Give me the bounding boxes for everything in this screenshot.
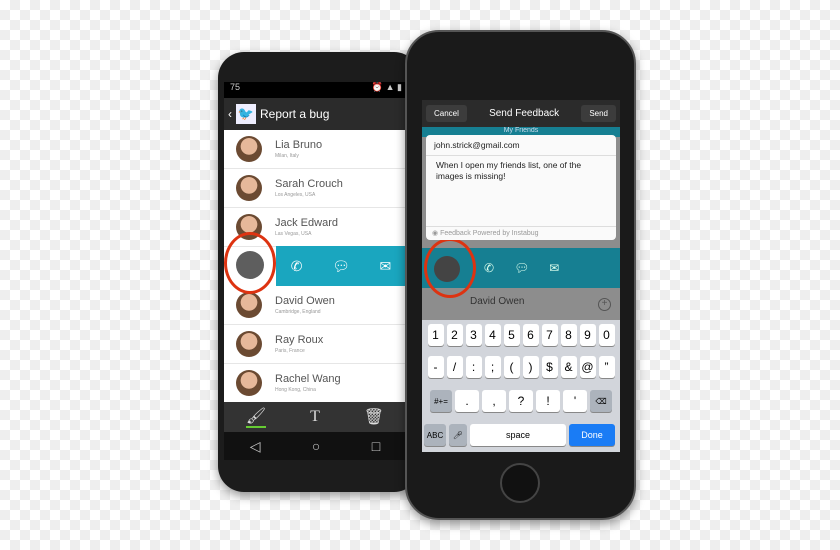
keyboard-key[interactable]: - [427, 356, 444, 378]
keyboard-key[interactable]: ⌫ [590, 390, 612, 412]
instabug-icon: ◉ [432, 230, 441, 237]
iphone-screen: My Friends ✆ 💬︎ ✉ David Owen + Cancel Send … [422, 100, 620, 452]
contact-name: David Owen [275, 295, 335, 307]
list-item[interactable]: Ray Roux Paris, France [224, 325, 406, 364]
list-item[interactable]: Sarah Crouch Los Angeles, USA [224, 169, 406, 208]
status-bar: 75 ⏰ ▲ ▮ [224, 82, 406, 98]
keyboard-key[interactable]: 6 [522, 324, 539, 346]
mail-icon[interactable]: ✉ [379, 258, 391, 275]
phone-icon: ✆ [484, 261, 495, 275]
contact-name: Ray Roux [275, 334, 324, 346]
contact-name: Sarah Crouch [275, 178, 343, 190]
keyboard-key[interactable]: , [482, 390, 506, 412]
contact-location: Cambridge, England [275, 309, 321, 315]
keyboard-key[interactable]: ” [598, 356, 615, 378]
keyboard-key[interactable]: ) [522, 356, 539, 378]
abc-key[interactable]: ABC [424, 424, 446, 446]
avatar [236, 370, 262, 396]
home-circle-icon[interactable]: ○ [312, 438, 320, 454]
back-icon[interactable]: ‹ [228, 107, 232, 121]
chat-icon[interactable]: 💬︎ [332, 258, 350, 275]
contact-name: Jack Edward [275, 217, 338, 229]
keyboard-key[interactable]: @ [579, 356, 596, 378]
contact-location: Las Vegas, USA [275, 231, 312, 237]
keyboard-key[interactable]: $ [541, 356, 558, 378]
keyboard-key[interactable]: 8 [560, 324, 577, 346]
phone-icon[interactable]: ✆ [291, 258, 303, 275]
android-nav-bar: ◁ ○ □ [224, 432, 406, 460]
keyboard: 1234567890 - /:;() $ & @” #+=.,?! ' ⌫ ABC 🎤︎ s… [422, 320, 620, 452]
avatar [236, 136, 262, 162]
keyboard-key[interactable]: 7 [541, 324, 558, 346]
cancel-button[interactable]: Cancel [426, 105, 467, 122]
keyboard-key[interactable]: 2 [446, 324, 463, 346]
keyboard-key[interactable]: 5 [503, 324, 520, 346]
list-item[interactable]: Rachel Wang Hong Kong, China [224, 364, 406, 403]
powered-by-label: Feedback Powered by Instabug [440, 230, 539, 237]
red-annotation-circle [224, 232, 276, 294]
keyboard-key[interactable]: ( [503, 356, 520, 378]
avatar [236, 292, 262, 318]
nav-bar: Cancel Send Feedback Send [422, 100, 620, 127]
keyboard-key[interactable]: 9 [579, 324, 596, 346]
avatar [236, 175, 262, 201]
brush-icon[interactable]: 🖌︎ [245, 406, 267, 428]
chat-icon: 💬︎ [514, 261, 530, 275]
contact-location: Paris, France [275, 348, 305, 354]
email-field[interactable]: john.strick@gmail.com [426, 135, 616, 156]
page-title: Report a bug [260, 107, 330, 121]
keyboard-key[interactable]: . [455, 390, 479, 412]
done-key[interactable]: Done [569, 424, 615, 446]
contact-name: Rachel Wang [275, 373, 341, 385]
keyboard-key[interactable]: ? [509, 390, 533, 412]
mail-icon: ✉ [549, 261, 560, 275]
keyboard-key[interactable]: ! [536, 390, 560, 412]
keyboard-key[interactable]: 4 [484, 324, 501, 346]
bird-logo-icon: 🐦 [236, 104, 256, 124]
avatar [236, 331, 262, 357]
keyboard-key[interactable]: #+= [430, 390, 452, 412]
status-badge: 75 [230, 82, 241, 92]
recents-square-icon[interactable]: □ [372, 438, 380, 454]
send-button[interactable]: Send [581, 105, 616, 122]
signal-icons: ⏰ ▲ ▮ [371, 82, 402, 92]
keyboard-key[interactable]: 1 [427, 324, 444, 346]
keyboard-key[interactable]: ' [563, 390, 587, 412]
keyboard-key[interactable]: & [560, 356, 577, 378]
contact-location: Los Angeles, USA [275, 192, 316, 198]
feedback-card: john.strick@gmail.com When I open my fri… [426, 135, 616, 240]
add-icon: + [598, 298, 611, 311]
contact-location: Hong Kong, China [275, 387, 316, 393]
microphone-icon[interactable]: 🎤︎ [449, 424, 467, 446]
keyboard-key[interactable]: 3 [465, 324, 482, 346]
red-annotation-circle [424, 238, 476, 298]
annotation-toolbar: 🖌︎ T 🗑︎ [224, 402, 406, 432]
space-key[interactable]: space [470, 424, 566, 446]
underlay-contact: David Owen [470, 296, 525, 307]
list-item[interactable]: Lia Bruno Milan, Italy [224, 130, 406, 169]
contact-name: Lia Bruno [275, 139, 323, 151]
home-button[interactable] [500, 463, 540, 503]
trash-icon[interactable]: 🗑︎ [364, 407, 384, 427]
android-screen: 75 ⏰ ▲ ▮ ‹ 🐦 Report a bug Lia Bruno Milan, I… [224, 82, 406, 460]
keyboard-key[interactable]: ; [484, 356, 501, 378]
keyboard-key[interactable]: / [446, 356, 463, 378]
contact-location: Milan, Italy [275, 153, 299, 159]
app-header: ‹ 🐦 Report a bug [224, 98, 406, 130]
keyboard-key[interactable]: : [465, 356, 482, 378]
back-triangle-icon[interactable]: ◁ [250, 438, 261, 455]
keyboard-key[interactable]: 0 [598, 324, 615, 346]
text-icon[interactable]: T [310, 408, 320, 426]
contact-actions: ✆ 💬︎ ✉ [276, 246, 406, 286]
message-textarea[interactable]: When I open my friends list, one of the … [426, 156, 616, 226]
page-title: Send Feedback [489, 108, 560, 119]
